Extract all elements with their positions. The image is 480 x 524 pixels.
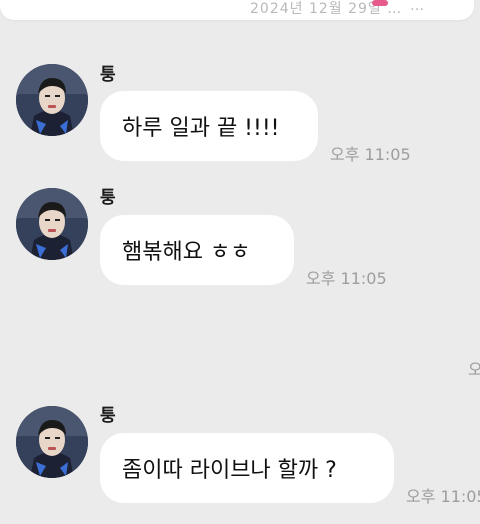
avatar[interactable] bbox=[16, 406, 88, 478]
message-time: 오후 11:05 bbox=[406, 487, 480, 506]
message-bubble[interactable]: 햄볶해요 ㅎㅎ bbox=[100, 215, 294, 285]
profile-photo-icon bbox=[16, 188, 88, 260]
message-time: 오후 11:05 bbox=[330, 145, 411, 164]
sender-name: 퉁 bbox=[100, 188, 116, 208]
avatar[interactable] bbox=[16, 188, 88, 260]
sender-name: 퉁 bbox=[100, 65, 116, 85]
profile-photo-icon bbox=[16, 64, 88, 136]
message-bubble[interactable]: 하루 일과 끝 !!!! bbox=[100, 91, 318, 161]
message-bubble[interactable]: 좀이따 라이브나 할까 ? bbox=[100, 433, 394, 503]
offscreen-time-fragment: 오 bbox=[468, 360, 480, 379]
heart-icon bbox=[372, 0, 388, 6]
sender-name: 퉁 bbox=[100, 406, 116, 426]
message-time: 오후 11:05 bbox=[306, 269, 387, 288]
profile-photo-icon bbox=[16, 406, 88, 478]
previous-message-card: 2024년 12월 29일 … … bbox=[0, 0, 474, 20]
avatar[interactable] bbox=[16, 64, 88, 136]
previous-date-text-tail: … bbox=[410, 0, 424, 14]
